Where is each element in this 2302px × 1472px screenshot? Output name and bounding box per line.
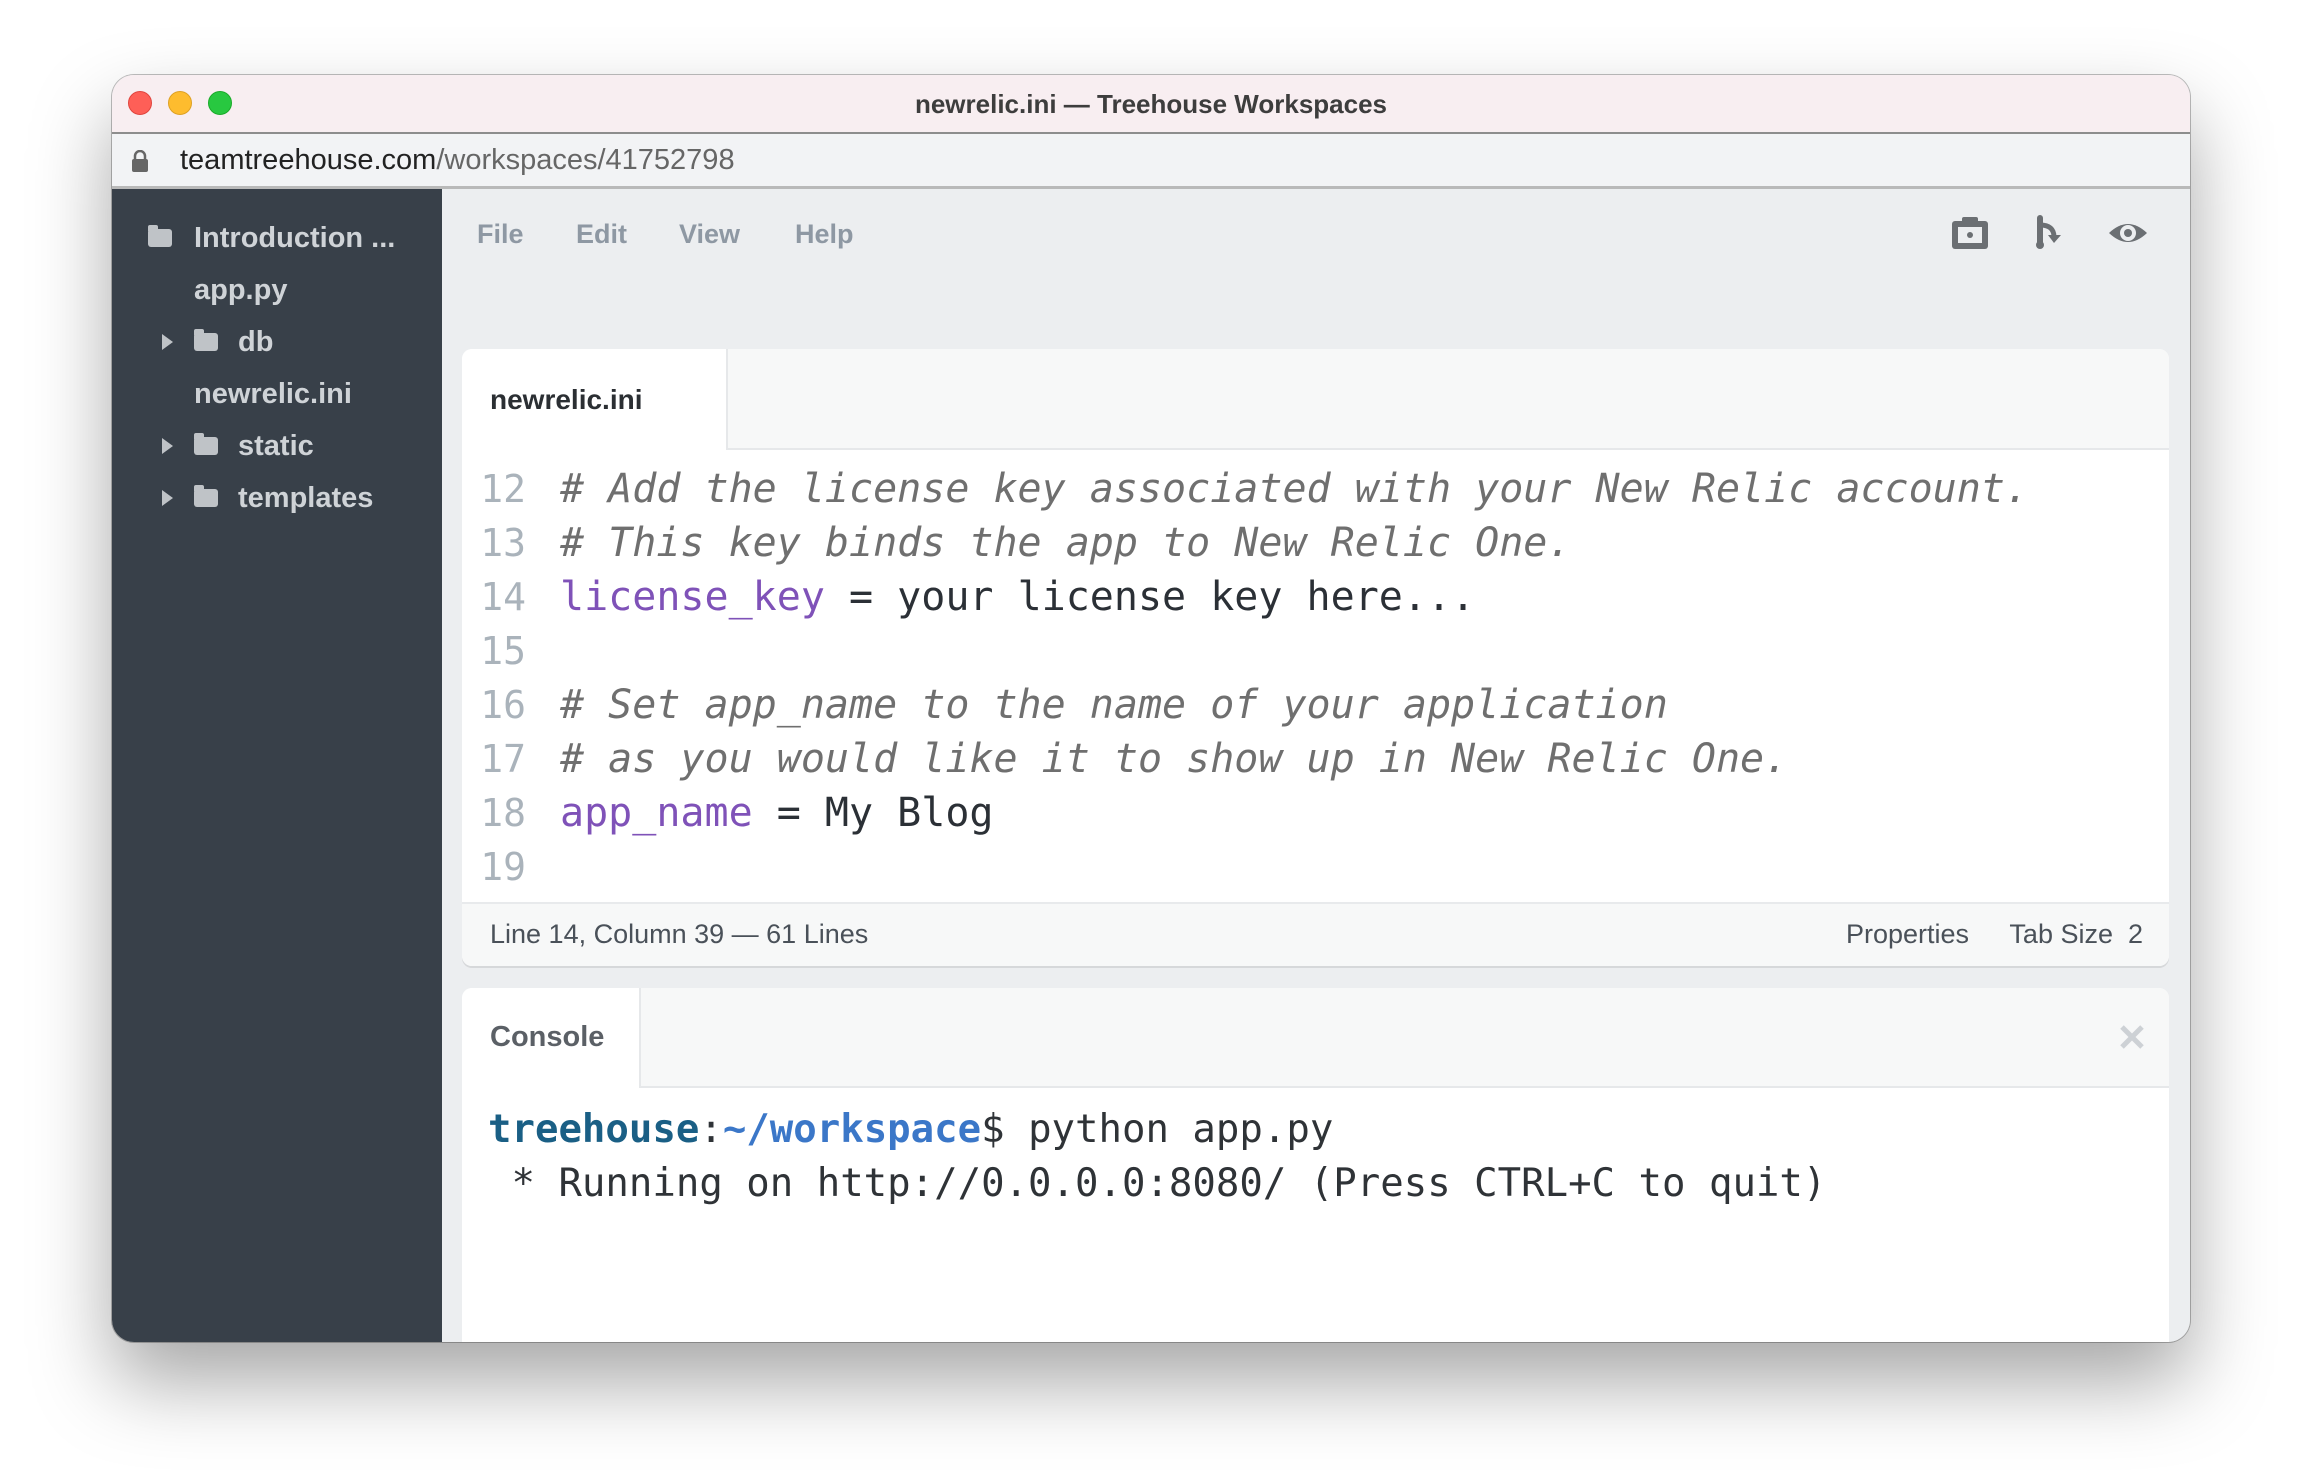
line-content: # as you would like it to show up in New… (560, 732, 1788, 786)
editor-tab-bar: newrelic.ini (462, 349, 2169, 450)
close-icon[interactable] (2117, 1022, 2147, 1052)
tree-item-templates[interactable]: templates (112, 478, 373, 518)
line-number: 12 (480, 467, 526, 511)
line-content: # Add the license key associated with yo… (560, 462, 2029, 516)
file-tree-sidebar: Introduction ... app.py db newrelic.ini … (112, 189, 442, 1342)
editor-panel: newrelic.ini 11 12 # Add the license key a… (462, 349, 2169, 966)
code-editor[interactable]: 11 12 # Add the license key associated wit… (462, 450, 2169, 904)
cursor-position: Line 14, Column 39 — 61 Lines (490, 919, 869, 949)
tree-item-static[interactable]: static (112, 426, 314, 466)
url-text[interactable]: teamtreehouse.com/workspaces/41752798 (180, 144, 735, 177)
caret-right-icon[interactable] (162, 438, 173, 454)
menu-help[interactable]: Help (795, 219, 854, 250)
line-number: 14 (480, 575, 526, 619)
tab-label: Console (490, 1021, 605, 1053)
window-title: newrelic.ini — Treehouse Workspaces (914, 89, 1388, 119)
folder-icon (148, 225, 172, 247)
prompt-path: ~/workspace (722, 1107, 982, 1152)
tree-item-newrelic-ini[interactable]: newrelic.ini (112, 374, 352, 414)
console-tab[interactable]: Console (462, 988, 641, 1088)
folder-icon (194, 329, 218, 351)
console-panel: Console treehouse:~/workspace$ python ap… (462, 988, 2169, 1342)
line-content: # Set app_name to the name of your appli… (560, 678, 1668, 732)
tree-item-label: app.py (194, 273, 288, 306)
eye-icon[interactable] (2108, 215, 2148, 251)
code-comment: # as you would like it to show up in New… (560, 736, 1789, 782)
folder-icon (194, 433, 218, 455)
workspace-main: File Edit View Help newrelic.ini 12 # Ad… (442, 189, 2190, 1342)
code-comment: # Add the license key associated with yo… (560, 466, 2030, 512)
prompt-symbol: $ (981, 1107, 1029, 1152)
line-content: # This key binds the app to New Relic On… (560, 516, 1571, 570)
line-number: 11 (472, 450, 526, 462)
terminal-prompt-line: treehouse:~/workspace$ python app.py (488, 1103, 1826, 1157)
lock-icon (132, 150, 148, 172)
line-content: license_key = your license key here... (560, 570, 1475, 624)
line-number: 16 (480, 683, 526, 727)
console-tab-bar: Console (462, 988, 2169, 1088)
title-bar: newrelic.ini — Treehouse Workspaces (112, 75, 2190, 134)
tree-item-app-py[interactable]: app.py (112, 270, 287, 310)
editor-status-bar: Line 14, Column 39 — 61 Lines Properties… (462, 902, 2169, 966)
tree-item-label: newrelic.ini (194, 377, 352, 410)
folder-icon (194, 485, 218, 507)
tree-item-label: templates (238, 481, 374, 514)
tree-item-label: db (238, 325, 274, 358)
editor-tab-newrelic-ini[interactable]: newrelic.ini (462, 349, 728, 450)
code-text: = your license key here... (824, 574, 1476, 620)
tree-item-root-folder[interactable]: Introduction ... (112, 218, 395, 258)
code-comment: # This key binds the app to New Relic On… (560, 520, 1572, 566)
code-text: = My Blog (752, 790, 994, 836)
terminal-output[interactable]: treehouse:~/workspace$ python app.py * R… (488, 1103, 1826, 1211)
fork-icon[interactable] (2028, 215, 2068, 251)
line-number: 19 (480, 845, 526, 889)
terminal-output-line: * Running on http://0.0.0.0:8080/ (Press… (488, 1161, 1827, 1206)
prompt-user: treehouse (488, 1107, 700, 1152)
prompt-separator: : (699, 1107, 723, 1152)
browser-window: newrelic.ini — Treehouse Workspaces team… (112, 75, 2190, 1342)
menu-edit[interactable]: Edit (576, 219, 627, 250)
line-content: app_name = My Blog (560, 786, 993, 840)
line-number: 15 (480, 629, 526, 673)
tree-item-label: Introduction ... (194, 221, 396, 254)
tree-item-db[interactable]: db (112, 322, 273, 362)
tree-item-label: static (238, 429, 314, 462)
line-number: 18 (480, 791, 526, 835)
config-key: license_key (560, 574, 825, 620)
caret-right-icon[interactable] (162, 334, 173, 350)
address-bar[interactable]: teamtreehouse.com/workspaces/41752798 (112, 134, 2190, 189)
code-comment: # Set app_name to the name of your appli… (560, 682, 1668, 728)
tab-size-selector[interactable]: Tab Size 2 (2009, 919, 2143, 950)
url-path: /workspaces/41752798 (436, 144, 735, 176)
caret-right-icon[interactable] (162, 490, 173, 506)
terminal-command: python app.py (1028, 1107, 1334, 1152)
camera-icon[interactable] (1950, 215, 1990, 251)
config-key: app_name (560, 790, 753, 836)
tab-label: newrelic.ini (490, 384, 643, 415)
line-number: 13 (480, 521, 526, 565)
url-host: teamtreehouse.com (180, 144, 437, 176)
menu-view[interactable]: View (679, 219, 740, 250)
line-number: 17 (480, 737, 526, 781)
properties-button[interactable]: Properties (1846, 919, 1969, 950)
menu-file[interactable]: File (477, 219, 524, 250)
